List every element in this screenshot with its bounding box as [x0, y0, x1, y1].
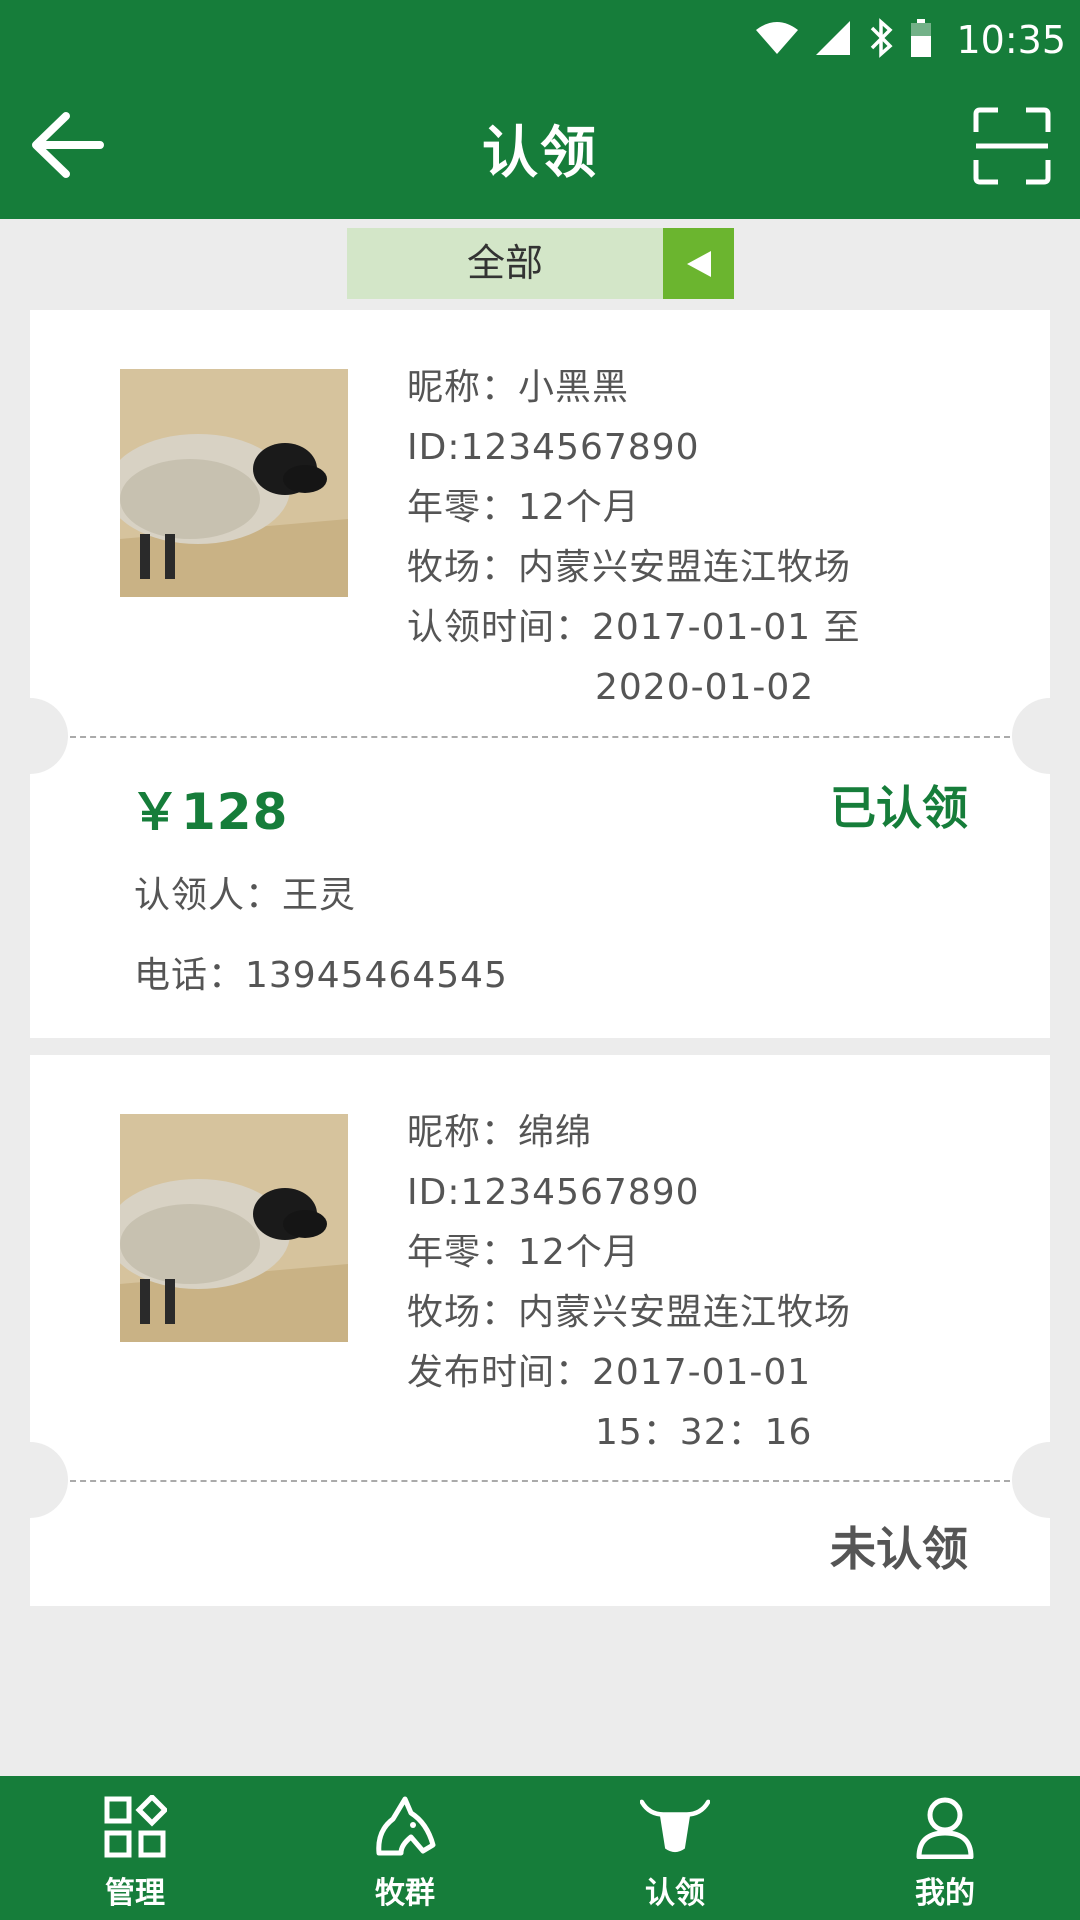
bottom-nav: 管理 牧群 认领 我的 — [0, 1776, 1080, 1920]
battery-icon — [910, 18, 932, 62]
nickname: 昵称：小黑黑 — [407, 367, 630, 408]
user-icon — [910, 1794, 980, 1860]
sheep-photo — [120, 369, 348, 597]
claim-time-end: 2020-01-02 — [595, 667, 815, 708]
ticket-notch — [0, 698, 68, 774]
filter-toggle[interactable] — [663, 228, 734, 299]
nav-label: 管理 — [105, 1876, 165, 1911]
divider — [70, 736, 1010, 738]
filter-label: 全部 — [347, 228, 663, 299]
grid-icon — [100, 1794, 170, 1860]
nav-item-mine[interactable]: 我的 — [810, 1776, 1080, 1920]
triangle-left-icon — [686, 250, 711, 277]
ticket-notch — [1012, 698, 1080, 774]
nav-item-manage[interactable]: 管理 — [0, 1776, 270, 1920]
status-badge: 未认领 — [830, 1522, 968, 1576]
nav-label: 认领 — [645, 1876, 705, 1911]
sheep-id: ID:1234567890 — [407, 427, 700, 468]
nav-item-herd[interactable]: 牧群 — [270, 1776, 540, 1920]
sheep-photo — [120, 1114, 348, 1342]
horse-icon — [370, 1794, 440, 1860]
publish-time-clock: 15：32：16 — [595, 1412, 813, 1453]
phone: 电话：13945464545 — [134, 955, 508, 996]
status-icons: 10:35 — [754, 10, 1080, 70]
nav-item-claim[interactable]: 认领 — [540, 1776, 810, 1920]
scan-icon — [973, 107, 1051, 185]
status-bar: 10:35 — [0, 0, 1080, 76]
claim-card[interactable]: 昵称：绵绵 ID:1234567890 年零：12个月 牧场：内蒙兴安盟连江牧场… — [0, 1055, 1080, 1606]
nav-label: 我的 — [915, 1876, 975, 1911]
nickname: 昵称：绵绵 — [407, 1112, 593, 1153]
claim-time: 认领时间：2017-01-01 至 — [407, 607, 861, 648]
page-title: 认领 — [482, 121, 598, 186]
ticket-notch — [1012, 1442, 1080, 1518]
cell-signal-icon — [814, 19, 852, 61]
sheep-id: ID:1234567890 — [407, 1172, 700, 1213]
publish-time: 发布时间：2017-01-01 — [407, 1352, 812, 1393]
nav-label: 牧群 — [375, 1876, 435, 1911]
filter-dropdown[interactable]: 全部 — [347, 228, 734, 299]
ox-head-icon — [640, 1794, 710, 1860]
claimer: 认领人：王灵 — [134, 875, 357, 916]
app-bar: 10:35 认领 — [0, 0, 1080, 219]
sheep-info: 昵称：小黑黑 ID:1234567890 年零：12个月 牧场：内蒙兴安盟连江牧… — [407, 358, 861, 718]
ranch: 牧场：内蒙兴安盟连江牧场 — [407, 547, 852, 588]
claim-card[interactable]: 昵称：小黑黑 ID:1234567890 年零：12个月 牧场：内蒙兴安盟连江牧… — [0, 310, 1080, 1038]
age: 年零：12个月 — [407, 1232, 640, 1273]
bluetooth-icon — [866, 18, 896, 62]
divider — [70, 1480, 1010, 1482]
age: 年零：12个月 — [407, 487, 640, 528]
ranch: 牧场：内蒙兴安盟连江牧场 — [407, 1292, 852, 1333]
price: ￥128 — [130, 783, 289, 841]
sheep-info: 昵称：绵绵 ID:1234567890 年零：12个月 牧场：内蒙兴安盟连江牧场… — [407, 1103, 851, 1463]
ticket-notch — [0, 1442, 68, 1518]
status-time: 10:35 — [956, 18, 1066, 62]
wifi-icon — [754, 20, 800, 60]
status-badge: 已认领 — [830, 781, 968, 835]
scan-button[interactable] — [970, 104, 1054, 188]
